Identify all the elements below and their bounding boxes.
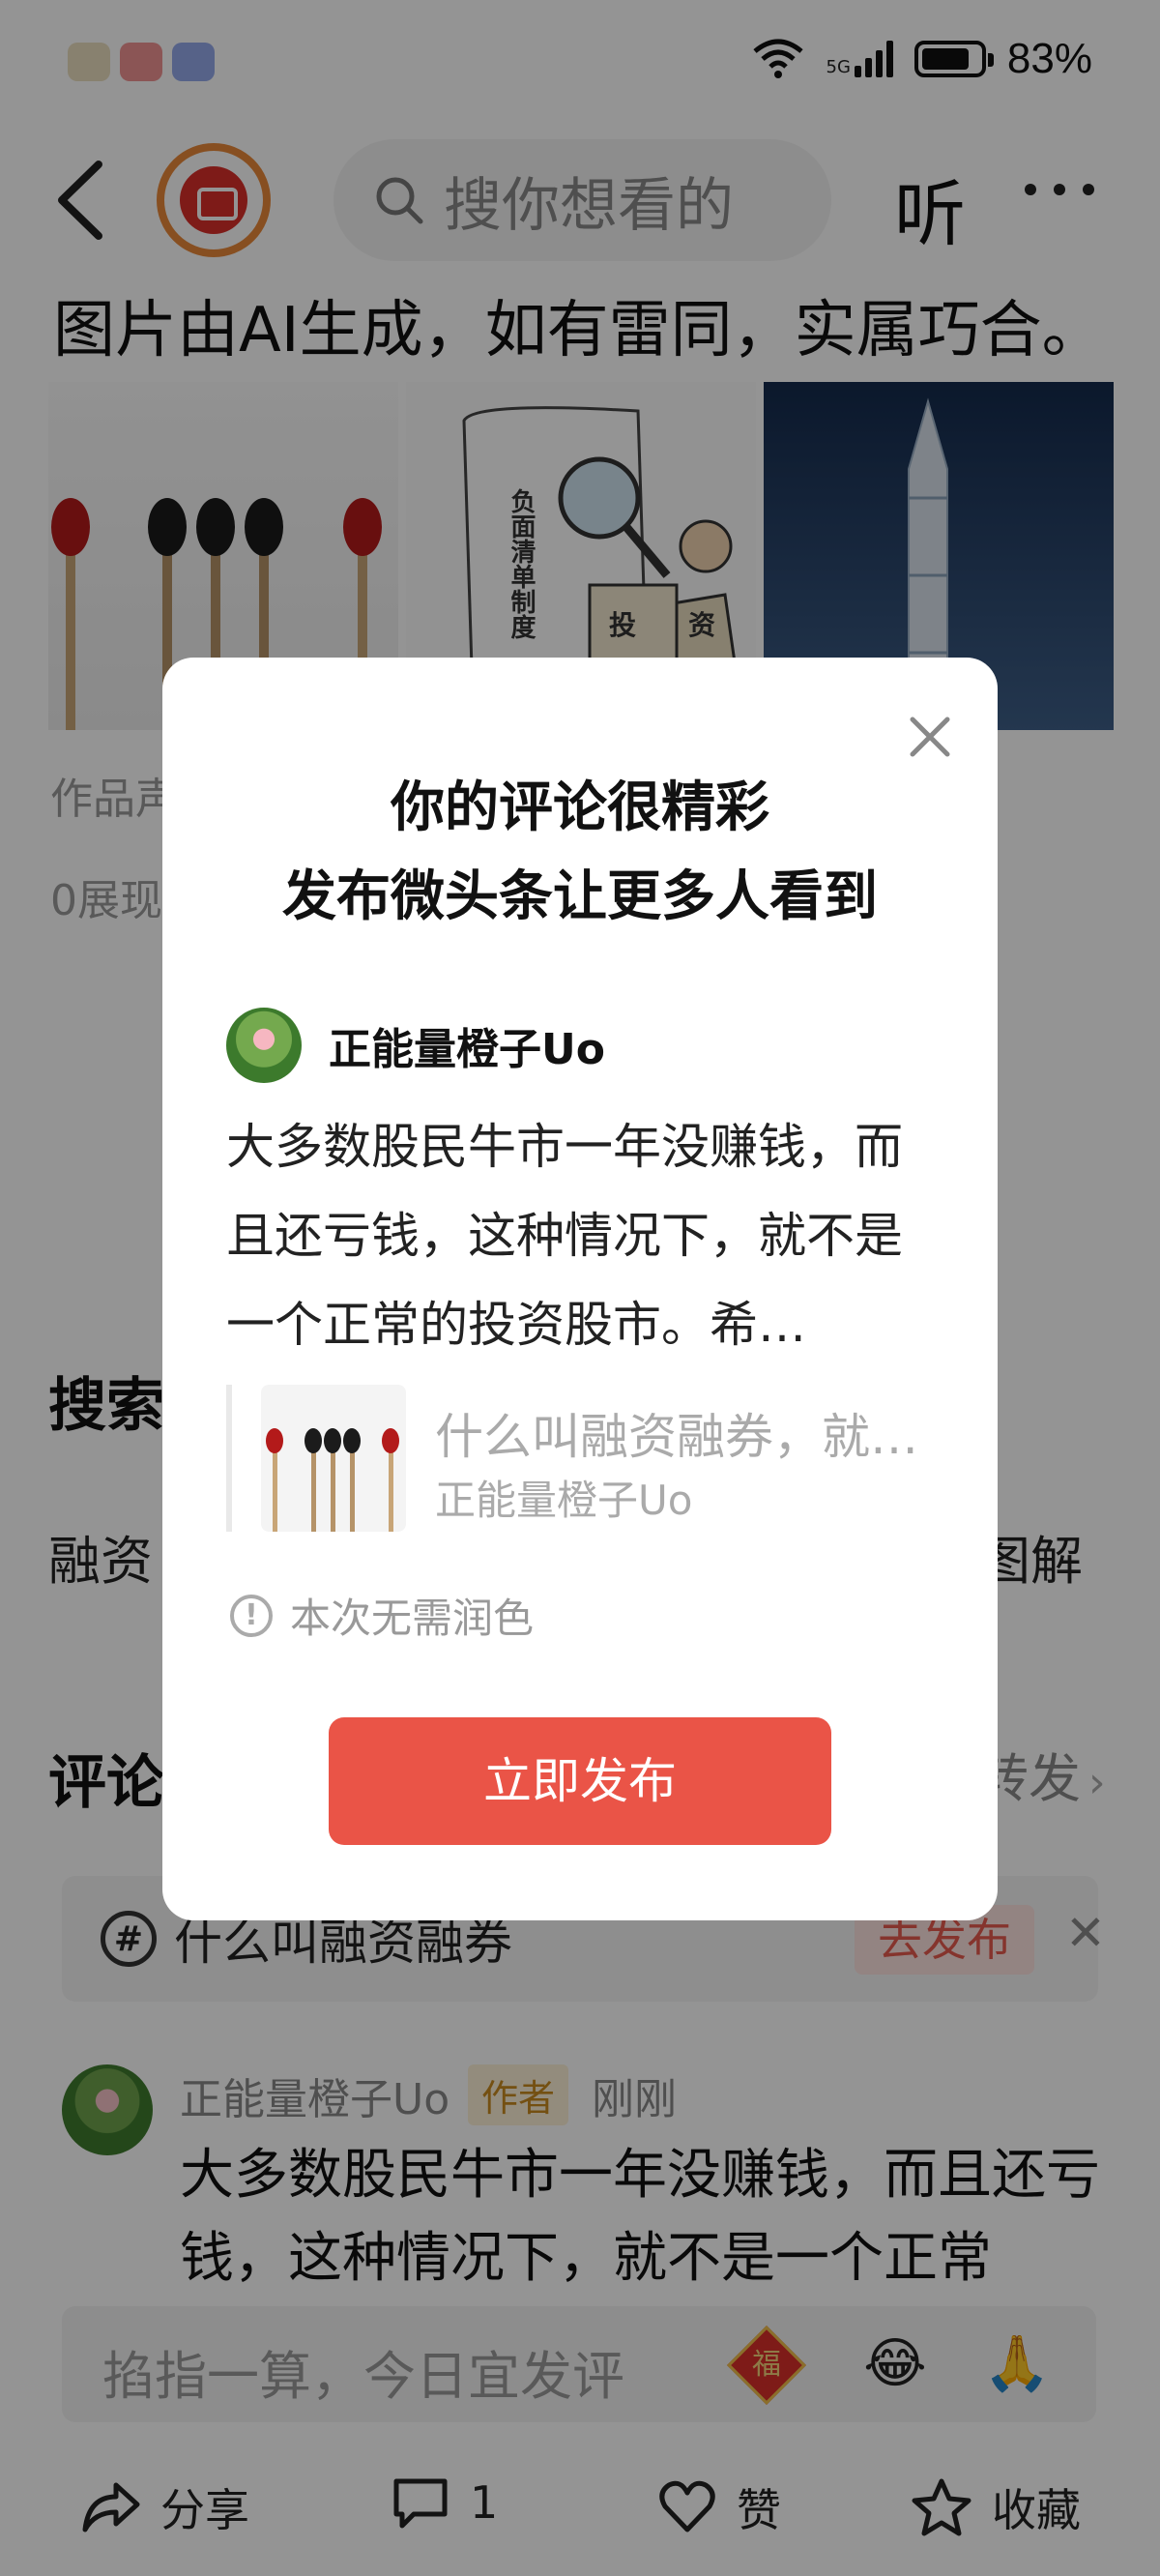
dialog-title-line2: 发布微头条让更多人看到 [282,865,878,928]
quoted-title: 什么叫融资融券，就… [435,1409,918,1465]
quoted-author: 正能量橙子Uo [435,1477,693,1524]
dialog-title: 你的评论很精彩 发布微头条让更多人看到 [162,764,998,942]
status-scrim [0,0,1160,116]
quoted-article: 什么叫融资融券，就… 正能量橙子Uo [226,1385,942,1532]
avatar [226,1008,302,1083]
dialog-username: 正能量橙子Uo [329,1025,605,1074]
hint-text: 本次无需润色 [290,1595,535,1642]
publish-dialog: 你的评论很精彩 发布微头条让更多人看到 正能量橙子Uo 大多数股民牛市一年没赚钱… [162,658,998,1920]
publish-now-button[interactable]: 立即发布 [329,1717,831,1845]
info-icon: ! [230,1594,273,1637]
dialog-user: 正能量橙子Uo [226,1008,605,1083]
quoted-thumbnail [261,1385,406,1532]
dialog-comment-text: 大多数股民牛市一年没赚钱，而且还亏钱，这种情况下，就不是一个正常的投资股市。希… [226,1119,903,1353]
close-icon[interactable] [901,708,959,766]
dialog-title-line1: 你的评论很精彩 [391,776,769,839]
polish-hint: ! 本次无需润色 [230,1586,534,1645]
